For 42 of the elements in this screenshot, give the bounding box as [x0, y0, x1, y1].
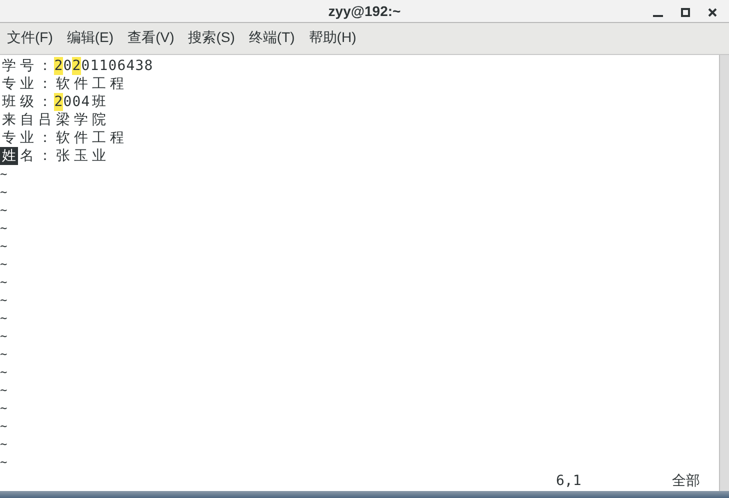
text-line: 专业：软件工程 — [1, 128, 125, 147]
tilde-marker: ~ — [0, 310, 8, 325]
tilde-marker: ~ — [0, 202, 8, 217]
text-line: 来自吕梁学院 — [1, 110, 107, 129]
tilde-marker: ~ — [0, 400, 8, 415]
text-line: 01106438 — [81, 56, 153, 75]
tilde-marker: ~ — [0, 256, 8, 271]
tilde-marker: ~ — [0, 364, 8, 379]
maximize-icon[interactable] — [681, 8, 690, 17]
close-icon[interactable] — [708, 8, 717, 17]
tilde-marker: ~ — [0, 436, 8, 451]
tilde-marker: ~ — [0, 238, 8, 253]
text-line: 学号： — [1, 56, 53, 75]
tilde-marker: ~ — [0, 166, 8, 181]
tilde-marker: ~ — [0, 328, 8, 343]
text-line: 班级： — [1, 92, 53, 111]
tilde-marker: ~ — [0, 184, 8, 199]
window-title: zyy@192:~ — [328, 2, 401, 19]
search-match: 2 — [72, 56, 81, 75]
search-match: 2 — [54, 56, 63, 75]
text-line: 004班 — [63, 92, 107, 111]
tilde-marker: ~ — [0, 454, 8, 469]
search-match: 2 — [54, 92, 63, 111]
text-line: 名：张玉业 — [19, 146, 107, 165]
menu-item[interactable]: 终端(T) — [242, 22, 302, 54]
tilde-marker: ~ — [0, 346, 8, 361]
menu-item[interactable]: 文件(F) — [0, 22, 60, 54]
text-line: 0 — [63, 56, 72, 75]
tilde-marker: ~ — [0, 220, 8, 235]
cursor-block: 姓 — [0, 146, 18, 165]
menu-item[interactable]: 帮助(H) — [302, 22, 364, 54]
tilde-marker: ~ — [0, 292, 8, 307]
menu-item[interactable]: 查看(V) — [120, 22, 182, 54]
menu-item[interactable]: 搜索(S) — [181, 22, 242, 54]
scrollbar[interactable] — [719, 54, 729, 491]
tilde-marker: ~ — [0, 274, 8, 289]
cursor-position: 6,1 — [556, 472, 582, 489]
text-line: 专业：软件工程 — [1, 74, 125, 93]
tilde-marker: ~ — [0, 418, 8, 433]
tilde-marker: ~ — [0, 382, 8, 397]
scroll-position: 全部 — [672, 472, 700, 490]
menu-item[interactable]: 编辑(E) — [60, 22, 121, 54]
